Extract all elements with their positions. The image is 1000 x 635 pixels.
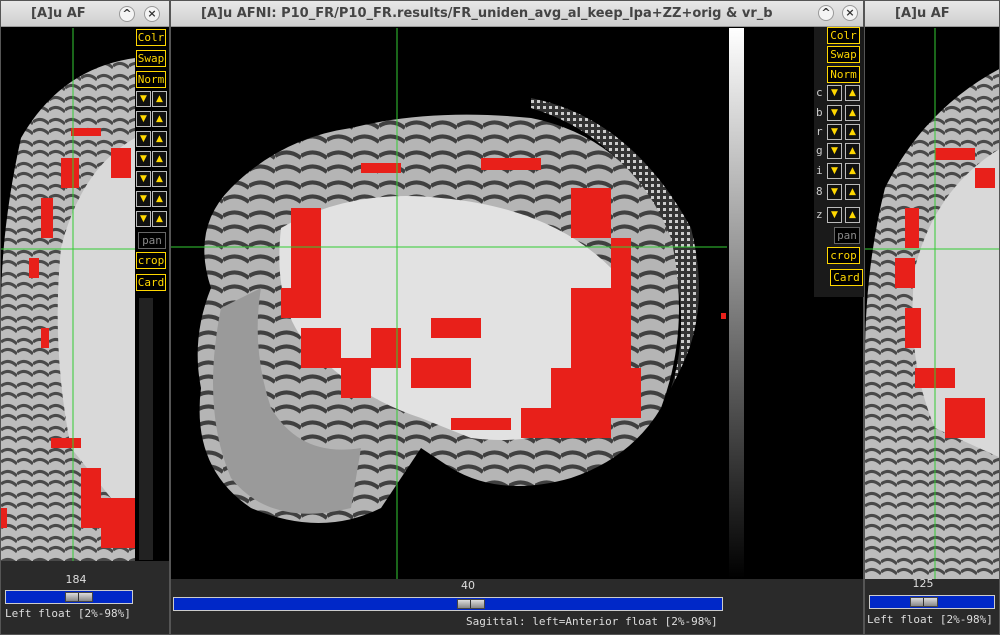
arrow-down-icon[interactable]: ▼ <box>136 91 151 107</box>
arrow-up-icon[interactable]: ▲ <box>845 124 860 140</box>
colr-button[interactable]: Colr <box>827 27 860 44</box>
right-bottom-panel: 125 Left float [2%-98%] <box>865 577 999 634</box>
arrow-up-icon[interactable]: ▲ <box>152 111 167 127</box>
card-button[interactable]: Card <box>830 269 863 286</box>
close-icon[interactable]: × <box>842 5 858 21</box>
right-brain-image[interactable] <box>865 28 999 579</box>
arrow-row-label: z <box>816 208 823 221</box>
right-slider-thumb[interactable] <box>910 597 938 607</box>
swap-button[interactable]: Swap <box>136 50 166 67</box>
pan-button[interactable]: pan <box>834 227 860 244</box>
arrow-row-label: g <box>816 144 823 157</box>
arrow-down-icon[interactable]: ▼ <box>827 105 842 121</box>
right-slice-number: 125 <box>912 577 934 590</box>
arrow-up-icon[interactable]: ▲ <box>845 143 860 159</box>
arrow-up-icon[interactable]: ▲ <box>152 191 167 207</box>
swap-button[interactable]: Swap <box>827 46 860 63</box>
arrow-up-icon[interactable]: ▲ <box>152 151 167 167</box>
arrow-down-icon[interactable]: ▼ <box>136 211 151 227</box>
left-window-titlebar[interactable]: [A]u AF ^ × <box>1 1 169 27</box>
left-slice-slider[interactable] <box>5 590 133 604</box>
pan-button[interactable]: pan <box>138 232 166 249</box>
center-status-text: Sagittal: left=Anterior float [2%-98%] <box>466 615 718 628</box>
left-slider-thumb[interactable] <box>65 592 93 602</box>
left-brain-image[interactable] <box>1 28 135 561</box>
norm-button[interactable]: Norm <box>136 71 166 88</box>
arrow-up-icon[interactable]: ▲ <box>152 91 167 107</box>
arrow-row-label: c <box>816 86 823 99</box>
center-slider-thumb[interactable] <box>457 599 485 609</box>
close-icon[interactable]: × <box>144 6 160 22</box>
crop-button[interactable]: crop <box>136 252 166 269</box>
arrow-row-label: b <box>816 106 823 119</box>
arrow-down-icon[interactable]: ▼ <box>136 171 151 187</box>
left-slice-number: 184 <box>65 573 87 586</box>
arrow-up-icon[interactable]: ▲ <box>845 184 860 200</box>
left-window-title: [A]u AF <box>31 6 86 21</box>
arrow-up-icon[interactable]: ▲ <box>845 85 860 101</box>
arrow-down-icon[interactable]: ▼ <box>136 131 151 147</box>
arrow-down-icon[interactable]: ▼ <box>827 163 842 179</box>
right-slice-slider[interactable] <box>869 595 995 609</box>
right-image-window: [A]u AF 125 Left float [2%-98%] <box>864 0 1000 635</box>
arrow-down-icon[interactable]: ▼ <box>827 207 842 223</box>
right-window-title: [A]u AF <box>895 6 950 21</box>
right-window-titlebar[interactable]: [A]u AF <box>865 1 999 27</box>
arrow-row-label: 8 <box>816 185 823 198</box>
left-bottom-panel: 184 Left float [2%-98%] <box>1 561 169 634</box>
center-bottom-panel: 40 Sagittal: left=Anterior float [2%-98%… <box>171 579 863 634</box>
arrow-row-label: i <box>816 164 823 177</box>
right-status-text: Left float [2%-98%] <box>867 613 993 626</box>
colr-button[interactable]: Colr <box>136 29 166 46</box>
arrow-down-icon[interactable]: ▼ <box>827 124 842 140</box>
left-status-text: Left float [2%-98%] <box>5 607 131 620</box>
arrow-up-icon[interactable]: ▲ <box>845 105 860 121</box>
arrow-up-icon[interactable]: ▲ <box>152 171 167 187</box>
minimize-icon[interactable]: ^ <box>818 5 834 21</box>
left-control-column: Colr Swap Norm ▼ ▲ ▼ ▲ ▼ ▲ ▼ ▲ ▼ ▲ ▼ ▲ ▼… <box>135 28 169 561</box>
left-gray-scale-bar <box>139 298 153 560</box>
center-window-title: [A]u AFNI: P10_FR/P10_FR.results/FR_unid… <box>201 6 773 21</box>
center-slice-number: 40 <box>461 579 475 592</box>
norm-button[interactable]: Norm <box>827 66 860 83</box>
arrow-down-icon[interactable]: ▼ <box>136 151 151 167</box>
arrow-up-icon[interactable]: ▲ <box>152 211 167 227</box>
center-gray-scale-bar <box>729 28 744 579</box>
crop-button[interactable]: crop <box>827 247 860 264</box>
left-image-window: [A]u AF ^ × Colr Swap Norm ▼ ▲ ▼ ▲ ▼ ▲ ▼… <box>0 0 170 635</box>
arrow-row-label: r <box>816 125 823 138</box>
arrow-up-icon[interactable]: ▲ <box>845 163 860 179</box>
sagittal-brain-image[interactable] <box>171 28 727 579</box>
arrow-down-icon[interactable]: ▼ <box>827 184 842 200</box>
minimize-icon[interactable]: ^ <box>119 6 135 22</box>
arrow-down-icon[interactable]: ▼ <box>827 143 842 159</box>
center-slice-slider[interactable] <box>173 597 723 611</box>
arrow-down-icon[interactable]: ▼ <box>827 85 842 101</box>
arrow-up-icon[interactable]: ▲ <box>152 131 167 147</box>
center-window-titlebar[interactable]: [A]u AFNI: P10_FR/P10_FR.results/FR_unid… <box>171 1 863 27</box>
arrow-down-icon[interactable]: ▼ <box>136 111 151 127</box>
center-control-column: Colr Swap Norm c ▼ ▲ b ▼ ▲ r ▼ ▲ g ▼ ▲ i… <box>814 27 864 297</box>
card-button[interactable]: Card <box>136 274 166 291</box>
center-image-window: [A]u AFNI: P10_FR/P10_FR.results/FR_unid… <box>170 0 864 635</box>
arrow-down-icon[interactable]: ▼ <box>136 191 151 207</box>
arrow-up-icon[interactable]: ▲ <box>845 207 860 223</box>
